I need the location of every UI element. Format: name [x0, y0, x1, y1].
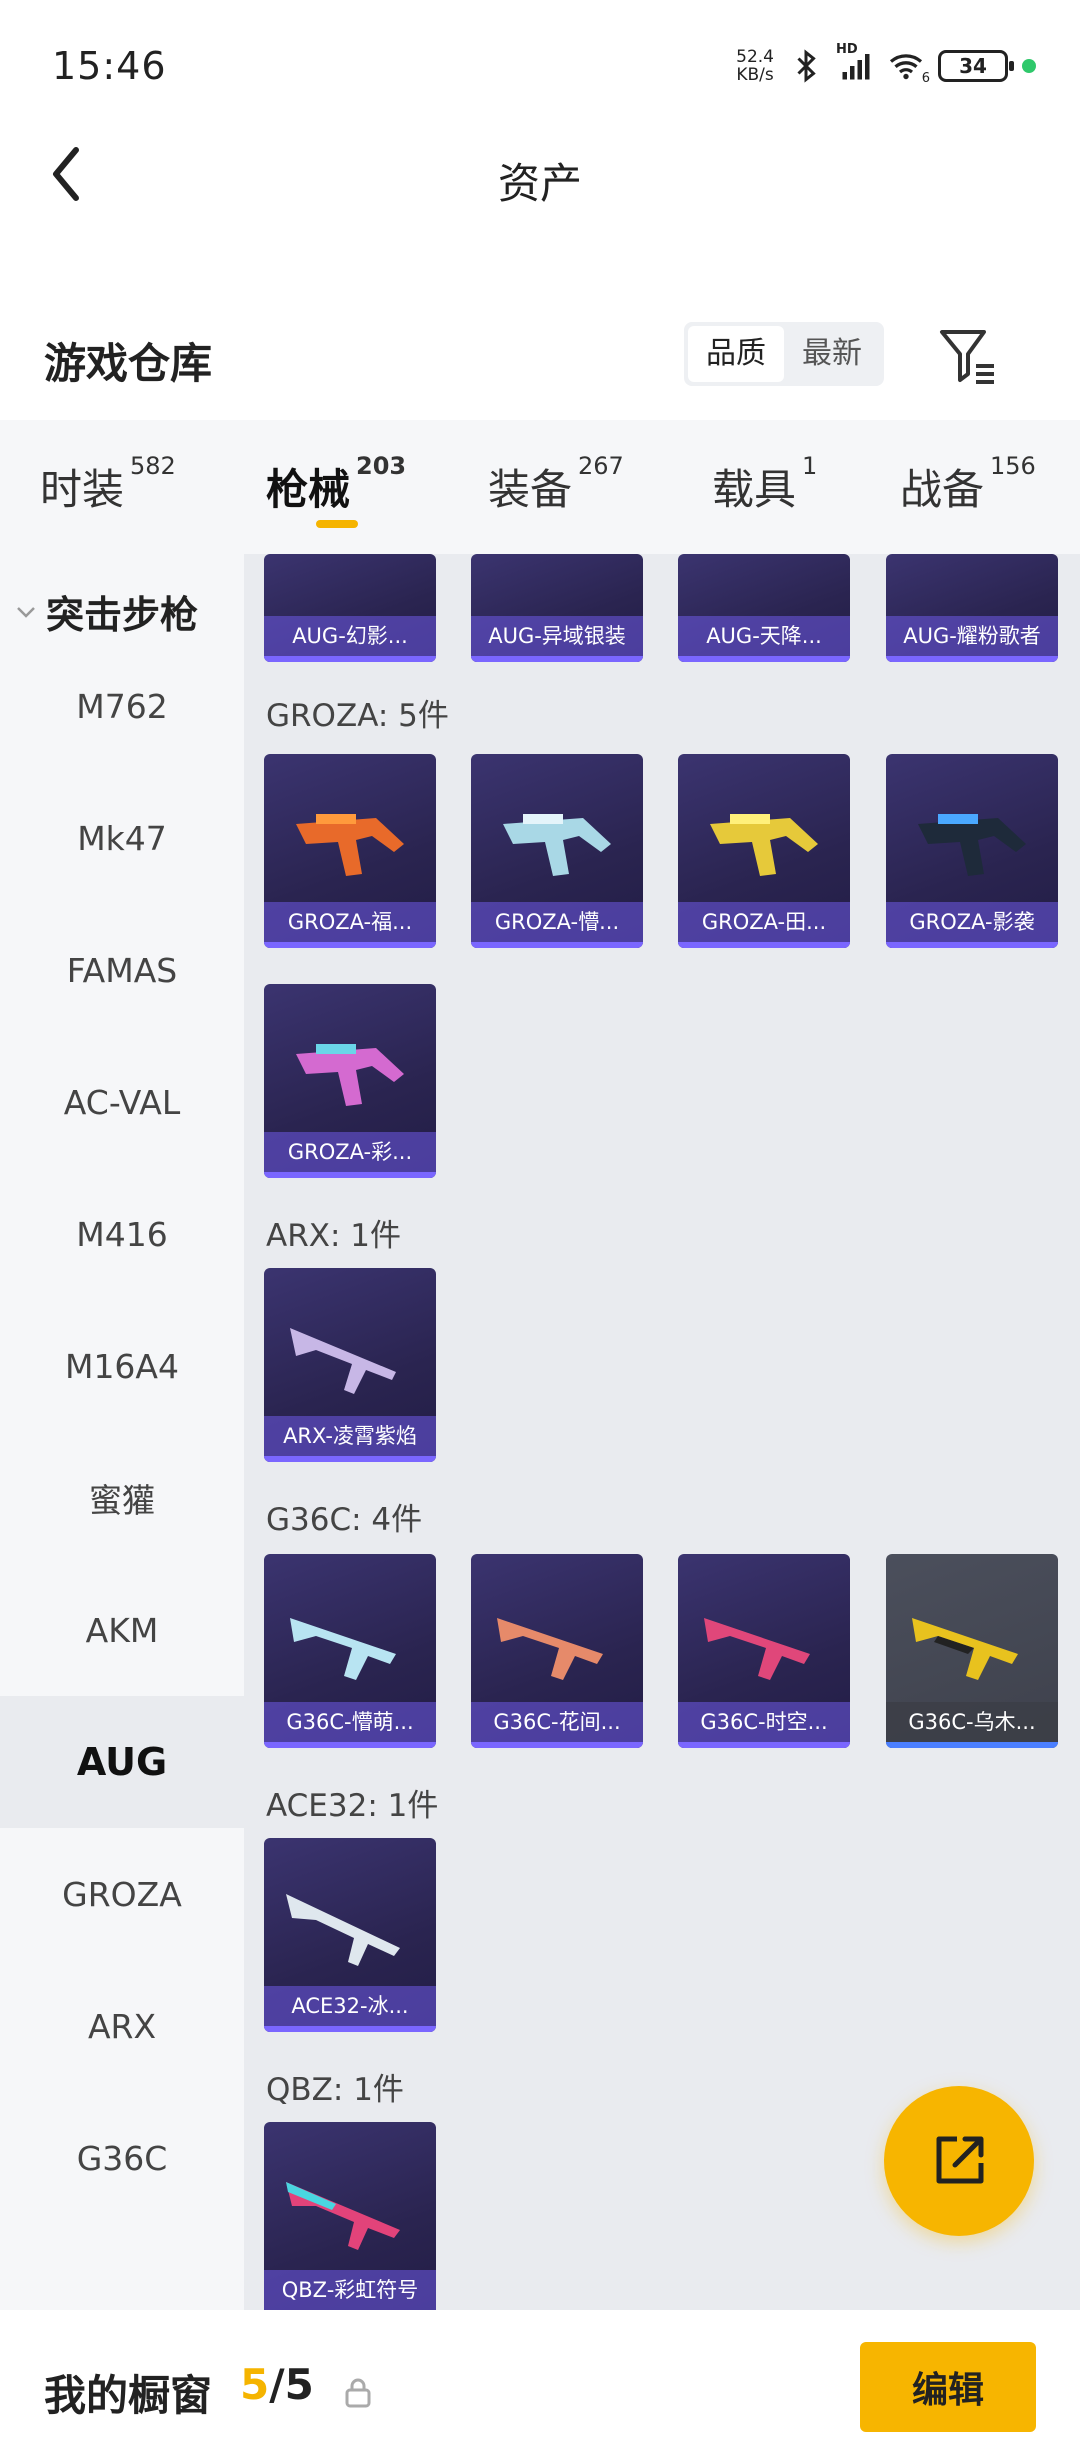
- sidebar-item-arx[interactable]: ARX: [0, 1960, 244, 2092]
- sort-by-quality[interactable]: 品质: [688, 326, 784, 382]
- group-label-ace32: ACE32: 1件: [266, 1788, 439, 1824]
- sidebar-item-m762[interactable]: M762: [0, 640, 244, 772]
- weapon-card[interactable]: QBZ-彩虹符号: [264, 2122, 436, 2310]
- weapon-image: [503, 814, 611, 876]
- filter-button[interactable]: [936, 324, 1000, 388]
- wifi-icon: [889, 54, 923, 80]
- tab-equipment[interactable]: 装备 267: [488, 452, 624, 517]
- weapon-image: [710, 814, 818, 876]
- category-tabs: 时装 582 枪械 203 装备 267 载具 1 战备 156: [0, 420, 1080, 554]
- weapon-image: [497, 1618, 603, 1680]
- filter-icon: [940, 330, 994, 384]
- weapon-card[interactable]: G36C-乌木...: [886, 1554, 1058, 1748]
- sidebar-item-g36c[interactable]: G36C: [0, 2092, 244, 2224]
- tab-guns[interactable]: 枪械 203: [266, 452, 406, 517]
- cellular-signal: HD: [836, 42, 874, 84]
- sidebar-item-m416[interactable]: M416: [0, 1168, 244, 1300]
- weapon-card[interactable]: G36C-时空...: [678, 1554, 850, 1748]
- bluetooth-icon: [797, 49, 816, 83]
- weapon-card[interactable]: GROZA-彩...: [264, 984, 436, 1178]
- tab-vehicles[interactable]: 载具 1: [712, 452, 817, 517]
- edit-button[interactable]: 编辑: [860, 2342, 1036, 2432]
- bottom-bar: 我的橱窗 5/5 编辑: [0, 2310, 1080, 2460]
- weapon-image: [296, 814, 404, 876]
- group-label-g36c: G36C: 4件: [266, 1502, 423, 1538]
- weapon-card[interactable]: GROZA-田...: [678, 754, 850, 948]
- network-speed: 52.4 KB/s: [736, 47, 774, 85]
- share-fab[interactable]: [884, 2086, 1034, 2236]
- showcase-count: 5/5: [240, 2360, 314, 2409]
- battery-indicator: 34: [938, 50, 1014, 82]
- weapon-image: [918, 814, 1026, 876]
- weapon-image: [296, 1044, 404, 1106]
- weapon-card[interactable]: GROZA-影袭: [886, 754, 1058, 948]
- weapon-card[interactable]: GROZA-懵...: [471, 754, 643, 948]
- weapon-card[interactable]: AUG-异域银装: [471, 554, 643, 662]
- status-time: 15:46: [52, 44, 167, 88]
- weapon-card[interactable]: AUG-幻影...: [264, 554, 436, 662]
- weapon-card[interactable]: AUG-天降...: [678, 554, 850, 662]
- tab-supplies[interactable]: 战备 156: [900, 452, 1036, 517]
- sidebar-item-m16a4[interactable]: M16A4: [0, 1300, 244, 1432]
- tab-fashion[interactable]: 时装 582: [40, 452, 176, 517]
- weapon-image: [290, 1618, 396, 1680]
- sidebar-item-akm[interactable]: AKM: [0, 1564, 244, 1696]
- weapon-image: [290, 1328, 396, 1394]
- external-link-icon: [936, 2136, 984, 2184]
- sort-toggle: 品质 最新: [684, 322, 884, 386]
- weapon-grid: AUG-幻影... AUG-异域银装 AUG-天降... AUG-耀粉歌者 GR…: [244, 554, 1080, 2310]
- showcase-label: 我的橱窗: [44, 2371, 213, 2420]
- warehouse-title: 游戏仓库: [44, 339, 213, 388]
- lock-icon: [345, 2378, 371, 2408]
- sidebar-item-honey-badger[interactable]: 蜜獾: [0, 1432, 244, 1564]
- sidebar-category-assault-rifle[interactable]: 突击步枪: [14, 584, 198, 639]
- weapon-card[interactable]: AUG-耀粉歌者: [886, 554, 1058, 662]
- weapon-image: [286, 1894, 400, 1966]
- weapon-image: [912, 1618, 1018, 1680]
- weapon-card[interactable]: ARX-凌霄紫焰: [264, 1268, 436, 1462]
- wifi-6-badge: 6: [921, 71, 930, 86]
- status-icons: 52.4 KB/s HD 6 34: [736, 42, 1036, 88]
- weapon-sidebar: 突击步枪 M762 Mk47 FAMAS AC-VAL M416 M16A4 蜜…: [0, 554, 244, 2310]
- sidebar-item-mk47[interactable]: Mk47: [0, 772, 244, 904]
- group-label-qbz: QBZ: 1件: [266, 2072, 404, 2108]
- weapon-card[interactable]: G36C-花间...: [471, 1554, 643, 1748]
- wifi-status: 6: [888, 48, 930, 86]
- group-label-arx: ARX: 1件: [266, 1218, 402, 1254]
- privacy-dot: [1022, 59, 1036, 73]
- active-tab-indicator: [316, 520, 358, 528]
- sidebar-item-groza[interactable]: GROZA: [0, 1828, 244, 1960]
- sort-by-newest[interactable]: 最新: [784, 326, 880, 382]
- hd-badge: HD: [836, 42, 858, 57]
- group-label-groza: GROZA: 5件: [266, 698, 449, 734]
- weapon-image: [704, 1618, 810, 1680]
- sidebar-item-famas[interactable]: FAMAS: [0, 904, 244, 1036]
- sidebar-item-ac-val[interactable]: AC-VAL: [0, 1036, 244, 1168]
- weapon-card[interactable]: GROZA-福...: [264, 754, 436, 948]
- sidebar-item-aug[interactable]: AUG: [0, 1696, 244, 1828]
- weapon-card[interactable]: G36C-懵萌...: [264, 1554, 436, 1748]
- page-title: 资产: [497, 159, 582, 208]
- status-bar: 15:46 52.4 KB/s HD 6 34: [0, 0, 1080, 140]
- weapon-card[interactable]: ACE32-冰...: [264, 1838, 436, 2032]
- chevron-down-icon: [17, 606, 35, 618]
- weapon-image: [286, 2182, 400, 2250]
